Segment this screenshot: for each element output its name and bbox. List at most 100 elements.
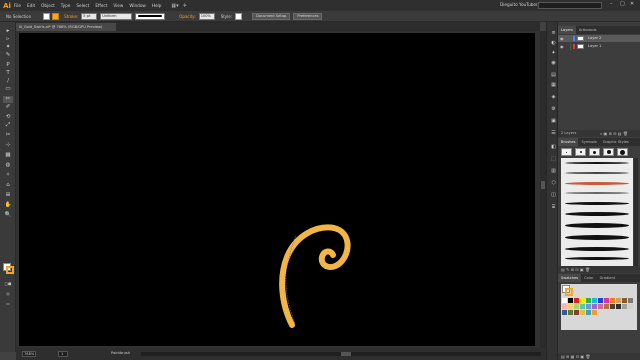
swatch[interactable] bbox=[598, 298, 603, 303]
brush-preset[interactable] bbox=[575, 148, 586, 156]
swatch[interactable] bbox=[574, 298, 579, 303]
swatch-grid[interactable] bbox=[561, 284, 637, 330]
stroke-weight-field[interactable]: 5 pt bbox=[81, 12, 98, 20]
brush-stroke[interactable] bbox=[565, 235, 629, 240]
lasso-tool-icon[interactable]: ✎ bbox=[3, 52, 13, 59]
arrange-documents-icon[interactable]: ▦▾ bbox=[171, 3, 178, 9]
layers-panel-icon[interactable]: ◧ bbox=[550, 144, 557, 151]
menu-file[interactable]: File bbox=[14, 3, 21, 8]
vertical-scroll-thumb[interactable] bbox=[541, 181, 545, 189]
free-transform-tool-icon[interactable]: ⊹ bbox=[3, 142, 13, 149]
panel-icon-1[interactable]: ≡ bbox=[550, 30, 557, 37]
tab-gradient[interactable]: Gradient bbox=[597, 274, 619, 282]
swatch[interactable] bbox=[574, 304, 579, 309]
graphic-style-swatch[interactable] bbox=[235, 12, 243, 20]
brush-stroke[interactable] bbox=[565, 257, 629, 260]
scissors-tool-icon[interactable]: ✂ bbox=[3, 132, 13, 139]
color-mode-icon[interactable]: ◻◼ bbox=[3, 280, 13, 287]
hand-tool-icon[interactable]: ✋ bbox=[3, 202, 13, 209]
brush-preset[interactable] bbox=[589, 148, 600, 156]
swatch[interactable] bbox=[562, 298, 567, 303]
color-guide-icon[interactable]: ◐ bbox=[550, 40, 557, 47]
menu-effect[interactable]: Effect bbox=[95, 3, 107, 8]
mesh-tool-icon[interactable]: ▦ bbox=[3, 152, 13, 159]
tab-symbols[interactable]: Symbols bbox=[578, 138, 599, 146]
artboard-tool-icon[interactable]: ⊞ bbox=[3, 192, 13, 199]
tab-graphic-styles[interactable]: Graphic Styles bbox=[600, 138, 632, 146]
swatch[interactable] bbox=[568, 304, 573, 309]
swatch-stroke-indicator[interactable] bbox=[565, 288, 573, 296]
swatch[interactable] bbox=[598, 304, 603, 309]
swatch[interactable] bbox=[628, 304, 633, 309]
transparency-icon[interactable]: ☰ bbox=[550, 130, 557, 137]
swatch-actions-icons[interactable]: ▤ ⊞ ▦ ⊟ ▣ 🗑 bbox=[561, 353, 590, 360]
transform-icon[interactable]: ▤ bbox=[550, 72, 557, 79]
brush-stroke[interactable] bbox=[565, 172, 629, 174]
menu-select[interactable]: Select bbox=[76, 3, 89, 8]
canvas-area[interactable] bbox=[16, 31, 540, 348]
symbols-icon[interactable]: ✦ bbox=[550, 50, 557, 57]
swatch[interactable] bbox=[568, 298, 573, 303]
swatch[interactable] bbox=[622, 304, 627, 309]
brush-stroke[interactable] bbox=[565, 212, 629, 216]
line-tool-icon[interactable]: / bbox=[3, 78, 13, 85]
current-tool-status[interactable]: Paintbrush bbox=[111, 351, 130, 355]
brushes-scrollbar[interactable] bbox=[634, 158, 638, 266]
swatch[interactable] bbox=[628, 298, 633, 303]
swatch[interactable] bbox=[580, 298, 585, 303]
brush-definition[interactable] bbox=[135, 12, 166, 20]
brush-stroke[interactable] bbox=[565, 162, 629, 164]
brush-library-list[interactable] bbox=[561, 158, 633, 266]
close-icon[interactable]: ✕ bbox=[630, 1, 634, 7]
layer-actions-icons[interactable]: ⌕ ▣ ⊞ ⊟ ▤ 🗑 bbox=[600, 130, 628, 137]
swatch[interactable] bbox=[604, 304, 609, 309]
opacity-label[interactable]: Opacity: bbox=[179, 14, 195, 19]
asset-export-icon[interactable]: ⌸ bbox=[550, 204, 557, 211]
zoom-tool-icon[interactable]: 🔍 bbox=[3, 212, 13, 219]
artboards-panel-icon[interactable]: ⬚ bbox=[550, 156, 557, 163]
gpu-rocket-icon[interactable]: ✈ bbox=[183, 3, 187, 9]
visibility-eye-icon[interactable]: ◉ bbox=[560, 43, 564, 50]
artboard-number-field[interactable]: 1 bbox=[58, 351, 68, 357]
swatch[interactable] bbox=[562, 304, 567, 309]
swatch[interactable] bbox=[580, 304, 585, 309]
document-setup-button[interactable]: Document Setup bbox=[252, 12, 291, 20]
menu-edit[interactable]: Edit bbox=[27, 3, 35, 8]
brush-stroke[interactable] bbox=[565, 202, 629, 205]
brush-preset[interactable] bbox=[617, 148, 628, 156]
swatch[interactable] bbox=[586, 304, 591, 309]
preferences-button[interactable]: Preferences bbox=[293, 12, 323, 20]
search-input[interactable] bbox=[538, 2, 602, 9]
image-trace-icon[interactable]: ◫ bbox=[550, 192, 557, 199]
screen-mode-icon[interactable]: ▭ bbox=[3, 300, 13, 307]
horizontal-scrollbar[interactable] bbox=[141, 352, 541, 356]
brush-stroke[interactable] bbox=[565, 223, 629, 228]
menu-help[interactable]: Help bbox=[152, 3, 162, 8]
swatch[interactable] bbox=[586, 310, 591, 315]
minimize-icon[interactable]: – bbox=[610, 1, 613, 7]
rotate-tool-icon[interactable]: ⟲ bbox=[3, 114, 13, 121]
swatch[interactable] bbox=[622, 298, 627, 303]
tab-artboards[interactable]: Artboards bbox=[576, 26, 600, 34]
gold-swirl-artwork[interactable] bbox=[269, 195, 379, 335]
tab-brushes[interactable]: Brushes bbox=[558, 138, 579, 146]
rectangle-tool-icon[interactable]: ▭ bbox=[3, 86, 13, 93]
brush-stroke[interactable] bbox=[565, 182, 629, 185]
layer-name[interactable]: Layer 1 bbox=[588, 43, 601, 50]
drawing-mode-icon[interactable]: ◎ bbox=[3, 290, 13, 297]
paintbrush-tool-icon[interactable]: ✏ bbox=[3, 96, 13, 103]
menu-object[interactable]: Object bbox=[41, 3, 55, 8]
swatch[interactable] bbox=[610, 304, 615, 309]
align-icon[interactable]: ▦ bbox=[550, 82, 557, 89]
brush-stroke[interactable] bbox=[565, 192, 629, 194]
menu-window[interactable]: Window bbox=[129, 3, 146, 8]
opacity-field[interactable]: 100% bbox=[198, 12, 215, 20]
stroke-swatch[interactable] bbox=[52, 12, 60, 20]
tab-swatches[interactable]: Swatches bbox=[558, 274, 582, 282]
swatch[interactable] bbox=[574, 310, 579, 315]
direct-selection-tool-icon[interactable]: ▹ bbox=[3, 36, 13, 43]
menu-view[interactable]: View bbox=[113, 3, 123, 8]
brush-preset[interactable] bbox=[561, 148, 572, 156]
swatch[interactable] bbox=[616, 304, 621, 309]
pathfinder-icon[interactable]: ◈ bbox=[550, 94, 557, 101]
